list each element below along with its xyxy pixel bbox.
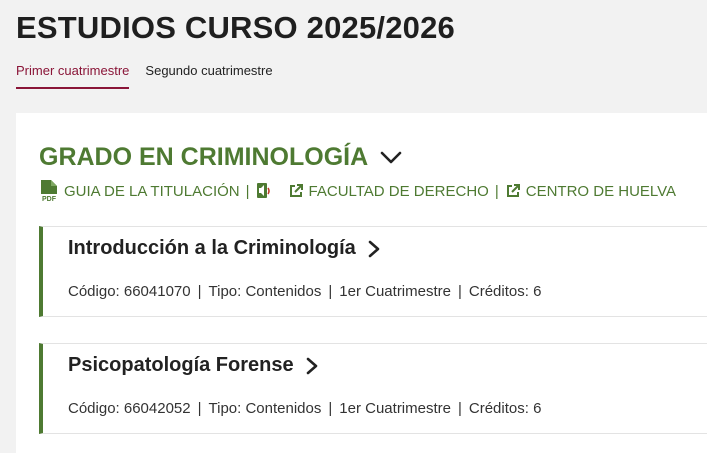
tab-primer-cuatrimestre[interactable]: Primer cuatrimestre (16, 63, 130, 89)
faculty-link[interactable]: FACULTAD DE DERECHO (288, 183, 489, 200)
subject-name: Introducción a la Criminología (68, 237, 356, 259)
subject-meta: Código: 66041070 | Tipo: Contenidos | 1er Cu… (68, 283, 542, 300)
external-link-icon (506, 184, 520, 197)
subject-item[interactable]: Psicopatología Forense Código: 66042052 |… (39, 343, 707, 434)
center-link[interactable]: CENTRO DE HUELVA (505, 183, 676, 200)
subject-type: Tipo: Contenidos (208, 400, 322, 417)
subject-credits: Créditos: 6 (468, 400, 542, 417)
degree-title[interactable]: GRADO EN CRIMINOLOGÍA (39, 143, 368, 172)
tab-segundo-cuatrimestre[interactable]: Segundo cuatrimestre (145, 63, 272, 89)
link-separator: | (245, 182, 250, 200)
faculty-link-label: FACULTAD DE DERECHO (308, 182, 489, 200)
guide-link[interactable]: PDF GUIA DE LA TITULACIÓN (39, 180, 240, 202)
subject-term: 1er Cuatrimestre (339, 400, 451, 417)
chevron-right-icon (306, 357, 317, 374)
subject-link[interactable]: Introducción a la Criminología (68, 237, 380, 260)
degree-header: GRADO EN CRIMINOLOGÍA (39, 143, 402, 172)
subject-type: Tipo: Contenidos (208, 283, 322, 300)
degree-links: PDF GUIA DE LA TITULACIÓN | FACULTAD DE … (39, 180, 676, 202)
center-link-label: CENTRO DE HUELVA (525, 182, 677, 200)
chevron-right-icon (368, 240, 380, 257)
page-title: ESTUDIOS CURSO 2025/2026 (16, 10, 455, 45)
subject-link[interactable]: Psicopatología Forense (68, 354, 318, 377)
subject-code: Código: 66041070 (68, 283, 191, 300)
guide-link-label: GUIA DE LA TITULACIÓN (64, 182, 240, 200)
subject-name: Psicopatología Forense (68, 354, 294, 376)
subject-credits: Créditos: 6 (468, 283, 542, 300)
tab-bar: Primer cuatrimestre Segundo cuatrimestre (16, 63, 273, 89)
subject-code: Código: 66042052 (68, 400, 191, 417)
subject-term: 1er Cuatrimestre (339, 283, 451, 300)
chevron-down-icon[interactable] (380, 151, 402, 165)
svg-text:PDF: PDF (42, 196, 57, 202)
link-separator: | (494, 182, 499, 200)
external-link-icon (289, 184, 303, 197)
degree-card: GRADO EN CRIMINOLOGÍA PDF GUIA DE LA TIT… (16, 113, 707, 453)
subject-meta: Código: 66042052 | Tipo: Contenidos | 1er Cu… (68, 400, 542, 417)
subject-item[interactable]: Introducción a la Criminología Código: 6… (39, 226, 707, 317)
audio-icon[interactable] (256, 183, 272, 199)
pdf-icon: PDF (41, 180, 57, 202)
